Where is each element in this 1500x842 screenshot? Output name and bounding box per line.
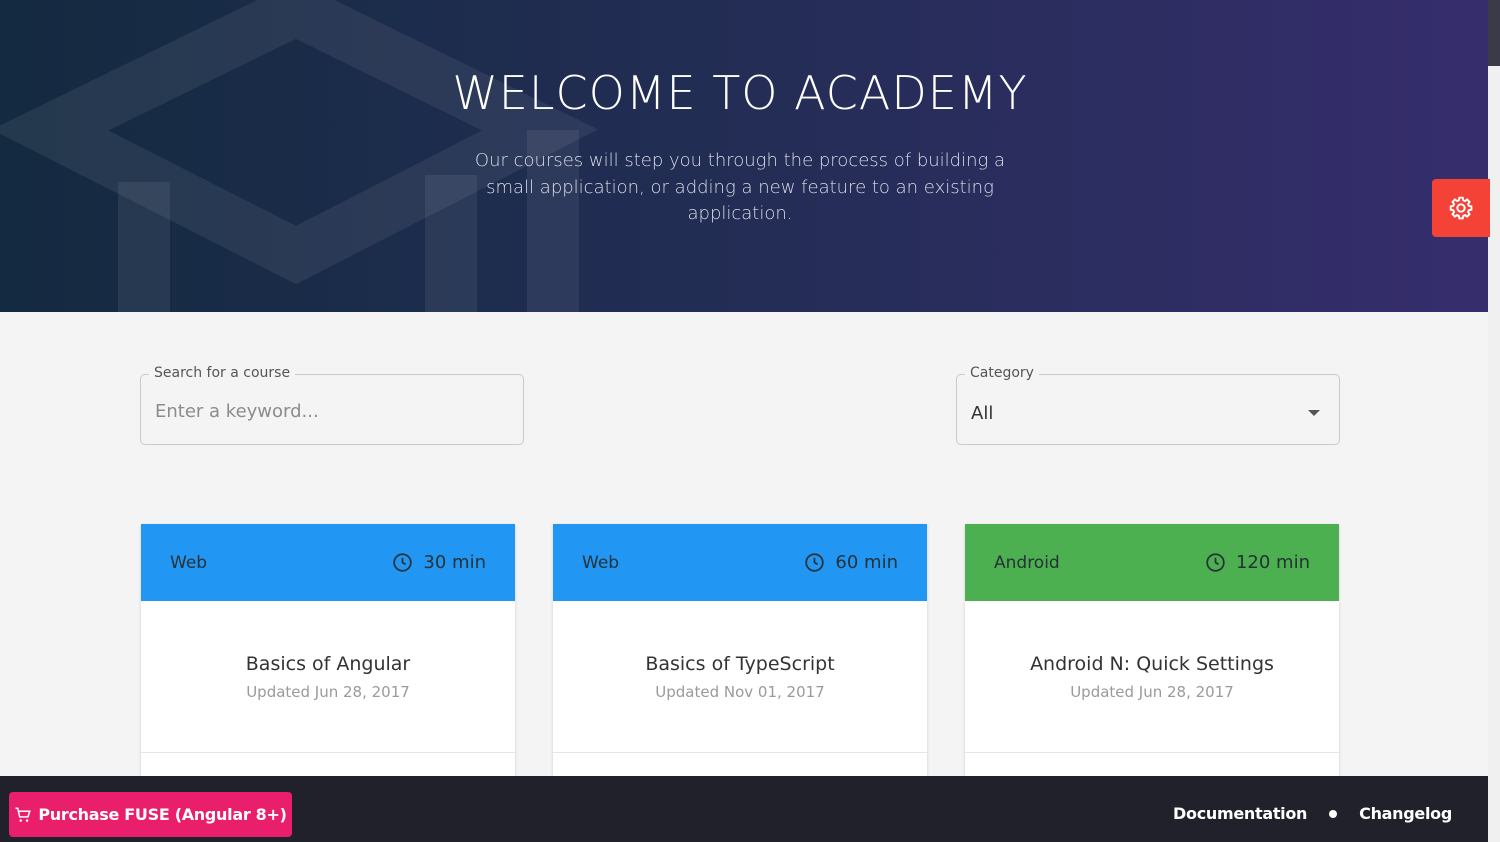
course-card[interactable]: Web 60 min Basics of TypeScript Updated … (553, 524, 927, 784)
course-card[interactable]: Web 30 min Basics of Angular Updated Jun… (141, 524, 515, 784)
course-card-header: Web 60 min (553, 524, 927, 601)
course-duration-label: 60 min (835, 552, 898, 573)
page-title: WELCOME TO ACADEMY (452, 66, 1028, 120)
course-duration-label: 120 min (1235, 552, 1310, 573)
search-field[interactable]: Search for a course (140, 365, 524, 445)
course-duration-label: 30 min (423, 552, 486, 573)
course-updated: Updated Nov 01, 2017 (655, 683, 825, 701)
purchase-label: Purchase FUSE (Angular 8+) (38, 805, 287, 824)
settings-button[interactable] (1432, 179, 1490, 237)
hero-banner: WELCOME TO ACADEMY Our courses will step… (0, 0, 1488, 312)
separator-dot (1329, 809, 1338, 818)
course-title: Android N: Quick Settings (1030, 653, 1274, 675)
course-updated: Updated Jun 28, 2017 (1070, 683, 1234, 701)
gear-icon (1449, 196, 1473, 220)
course-category: Web (170, 552, 208, 573)
course-card-header: Android 120 min (965, 524, 1339, 601)
course-category: Web (582, 552, 620, 573)
changelog-link[interactable]: Changelog (1359, 804, 1452, 823)
caret-down-icon[interactable] (1308, 410, 1320, 416)
category-selected-value: All (971, 403, 994, 424)
course-updated: Updated Jun 28, 2017 (246, 683, 410, 701)
course-category: Android (994, 552, 1060, 573)
course-card-body: Basics of Angular Updated Jun 28, 2017 (141, 601, 515, 753)
course-card-body: Basics of TypeScript Updated Nov 01, 201… (553, 601, 927, 753)
search-label: Search for a course (149, 365, 296, 381)
course-card-body: Android N: Quick Settings Updated Jun 28… (965, 601, 1339, 753)
course-card-header: Web 30 min (141, 524, 515, 601)
clock-icon (393, 553, 413, 572)
course-duration: 30 min (392, 552, 486, 573)
purchase-button[interactable]: Purchase FUSE (Angular 8+) (9, 792, 292, 837)
course-title: Basics of TypeScript (645, 653, 835, 675)
clock-icon (805, 553, 825, 572)
category-label: Category (965, 365, 1039, 381)
scrollbar[interactable] (1488, 0, 1500, 842)
scrollbar-track-top (1488, 0, 1500, 66)
footer-bar: Purchase FUSE (Angular 8+) Documentation… (0, 776, 1488, 842)
clock-icon (1206, 553, 1225, 572)
course-title: Basics of Angular (245, 653, 411, 675)
course-card[interactable]: Android 120 min Android N: Quick Setting… (965, 524, 1339, 784)
footer-links: Documentation Changelog (1173, 804, 1452, 823)
shopping-cart-icon (15, 807, 32, 822)
course-duration: 60 min (804, 552, 898, 573)
page-subtitle: Our courses will step you through the pr… (474, 150, 1006, 224)
category-select[interactable]: Category All (956, 365, 1340, 445)
search-input[interactable] (155, 401, 495, 422)
course-duration: 120 min (1205, 552, 1310, 573)
documentation-link[interactable]: Documentation (1173, 804, 1307, 823)
